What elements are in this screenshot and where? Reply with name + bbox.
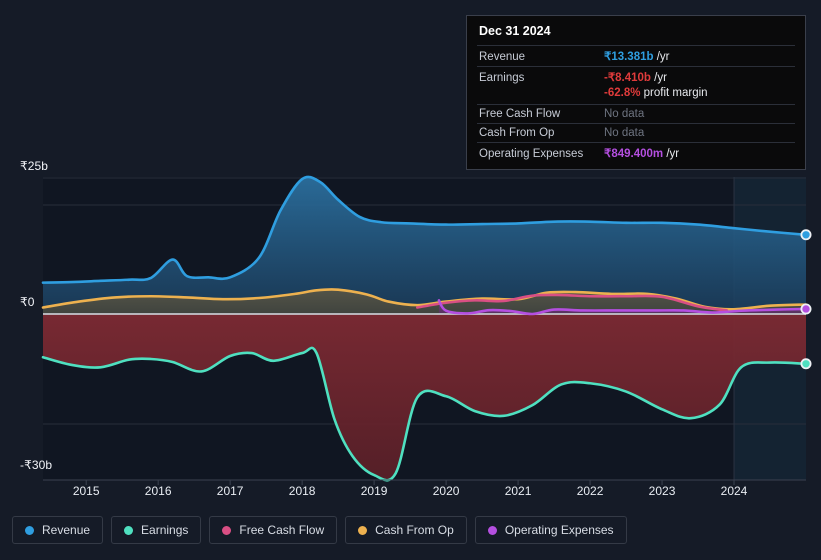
tooltip-value-number: No data (604, 127, 645, 139)
tooltip-value-unit: profit margin (640, 87, 708, 99)
tooltip-row-key: Operating Expenses (479, 148, 584, 160)
tooltip-row-value: ₹849.400m /yr (604, 146, 679, 160)
financial-chart-screenshot: ₹25b ₹0 -₹30b 2015 2016 2017 2018 2019 2020 20… (0, 0, 821, 560)
tooltip-row-key: Revenue (479, 51, 526, 63)
tooltip-date: Dec 31 2024 (479, 24, 551, 38)
legend-item-earnings[interactable]: Earnings (111, 516, 202, 544)
tooltip-rows: Revenue ₹13.381b /yr Earnings -₹8.410b /yr -… (477, 45, 795, 163)
legend-item-label: Free Cash Flow (239, 523, 325, 537)
y-axis-tick-zero: ₹0 (20, 295, 35, 309)
tooltip-value-unit: /yr (653, 51, 670, 63)
tooltip-value-number: -62.8% (604, 87, 641, 99)
x-axis-tick-2016: 2016 (144, 484, 172, 498)
y-axis-tick-top: ₹25b (20, 159, 49, 173)
tooltip-row: Free Cash Flow No data (477, 104, 795, 123)
tooltip-row-value: -₹8.410b /yr (604, 70, 667, 84)
tooltip-value-number: ₹849.400m (604, 148, 664, 160)
x-axis-tick-2017: 2017 (216, 484, 244, 498)
legend-item-revenue[interactable]: Revenue (12, 516, 104, 544)
endpoint-marker-operating-expenses (800, 303, 812, 315)
legend-color-dot-icon (124, 525, 134, 535)
x-axis-tick-2021: 2021 (504, 484, 532, 498)
legend-item-free-cash-flow[interactable]: Free Cash Flow (209, 516, 338, 544)
tooltip-row-value: No data (604, 127, 644, 139)
legend-item-cash-from-op[interactable]: Cash From Op (345, 516, 467, 544)
tooltip-row: Cash From Op No data (477, 123, 795, 142)
tooltip-row-key: Free Cash Flow (479, 108, 561, 120)
x-axis-tick-2024: 2024 (720, 484, 748, 498)
tooltip-row-value: No data (604, 108, 644, 120)
y-axis-tick-bottom: -₹30b (20, 458, 53, 472)
x-axis-tick-2023: 2023 (648, 484, 676, 498)
chart-tooltip: Dec 31 2024 Revenue ₹13.381b /yr Earnings -… (466, 15, 806, 170)
x-axis-tick-2015: 2015 (72, 484, 100, 498)
tooltip-row-value: ₹13.381b /yr (604, 49, 670, 63)
legend-item-label: Operating Expenses (504, 523, 614, 537)
tooltip-value-number: -₹8.410b (604, 72, 651, 84)
x-axis-tick-2019: 2019 (360, 484, 388, 498)
chart-legend: Revenue Earnings Free Cash Flow Cash From O… (12, 516, 627, 544)
legend-item-label: Revenue (42, 523, 91, 537)
x-axis-tick-2020: 2020 (432, 484, 460, 498)
legend-color-dot-icon (25, 525, 34, 535)
tooltip-row: Operating Expenses ₹849.400m /yr (477, 142, 795, 163)
tooltip-value-unit: /yr (650, 72, 667, 84)
legend-color-dot-icon (487, 525, 497, 535)
legend-item-label: Cash From Op (375, 523, 454, 537)
legend-color-dot-icon (358, 525, 368, 535)
x-axis-tick-2018: 2018 (288, 484, 316, 498)
legend-color-dot-icon (222, 525, 232, 535)
tooltip-row-key: Cash From Op (479, 127, 555, 139)
legend-item-operating-expenses[interactable]: Operating Expenses (474, 516, 627, 544)
x-axis-tick-2022: 2022 (576, 484, 604, 498)
endpoint-marker-revenue (800, 229, 812, 241)
legend-item-label: Earnings (141, 523, 189, 537)
tooltip-value-unit: /yr (663, 148, 680, 160)
tooltip-row: Revenue ₹13.381b /yr (477, 45, 795, 66)
tooltip-row-key: Earnings (479, 72, 525, 84)
tooltip-row: -62.8% profit margin (477, 87, 795, 104)
tooltip-value-number: No data (604, 108, 645, 120)
tooltip-value-number: ₹13.381b (604, 51, 654, 63)
endpoint-marker-earnings (800, 358, 812, 370)
tooltip-row: Earnings -₹8.410b /yr (477, 66, 795, 87)
tooltip-row-value: -62.8% profit margin (604, 87, 708, 99)
